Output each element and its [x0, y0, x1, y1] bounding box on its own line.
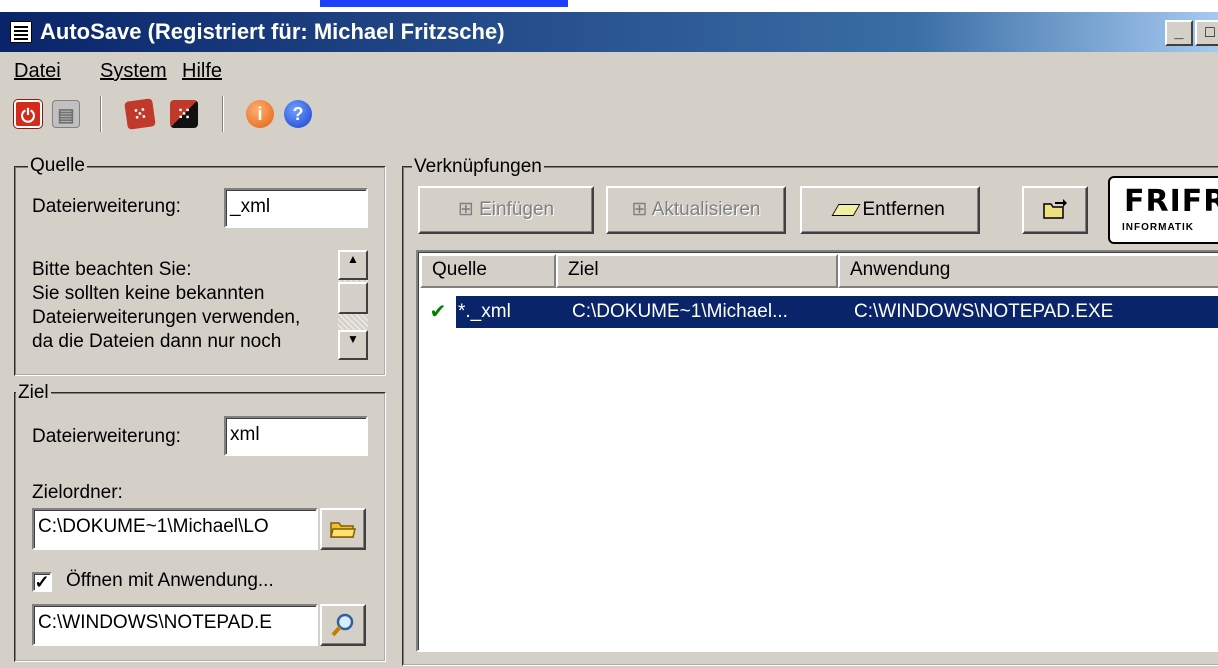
notice-line: da die Dateien dann nur noch — [32, 331, 282, 352]
app-document-icon[interactable] — [10, 21, 32, 43]
eraser-icon — [831, 203, 861, 216]
row-anwendung: C:\WINDOWS\NOTEPAD.EXE — [854, 301, 1114, 322]
browse-app-button[interactable] — [320, 604, 366, 646]
row-ziel: C:\DOKUME~1\Michael... — [572, 301, 788, 322]
quelle-notice: Bitte beachten Sie: Sie sollten keine be… — [32, 258, 300, 354]
browse-folder-button[interactable] — [320, 508, 366, 550]
quelle-group-label: Quelle — [28, 155, 87, 177]
help-icon[interactable]: ? — [284, 100, 312, 128]
check-icon: ✔ — [429, 301, 447, 323]
column-header-anwendung[interactable]: Anwendung — [838, 254, 1218, 288]
zielordner-input[interactable]: C:\DOKUME~1\Michael\LO — [32, 508, 318, 550]
scroll-down-button[interactable]: ▼ — [338, 330, 368, 360]
insert-button-label: Einfügen — [479, 199, 555, 220]
insert-button[interactable]: ⊞ Einfügen — [418, 186, 594, 234]
save-icon[interactable]: ▤ — [52, 100, 80, 128]
row-quelle: *._xml — [458, 301, 511, 322]
info-icon[interactable]: i — [246, 100, 274, 128]
scroll-up-button[interactable]: ▲ — [338, 250, 368, 280]
zielordner-label: Zielordner: — [32, 482, 123, 503]
menu-datei-label: Datei — [14, 60, 61, 82]
frifra-logo: FRIFR INFORMATIK — [1108, 176, 1218, 244]
menu-datei[interactable]: Datei — [14, 52, 61, 90]
toolbar-separator — [100, 96, 102, 132]
menu-hilfe[interactable]: Hilfe — [182, 52, 222, 90]
magnifier-icon — [331, 613, 354, 637]
dice-red-icon[interactable]: ⁙ — [124, 98, 156, 130]
app-path-input[interactable]: C:\WINDOWS\NOTEPAD.E — [32, 604, 318, 646]
folder-icon — [330, 522, 356, 538]
power-icon[interactable]: ⏻ — [14, 100, 42, 128]
open-with-label: Öffnen mit Anwendung... — [66, 570, 274, 591]
ziel-ext-input[interactable]: xml — [224, 416, 368, 456]
column-header-ziel[interactable]: Ziel — [556, 254, 838, 288]
logo-tagline: INFORMATIK — [1122, 222, 1195, 233]
table-row[interactable]: ✔ *._xml C:\DOKUME~1\Michael... C:\WINDO… — [424, 296, 1218, 328]
ziel-ext-label: Dateierweiterung: — [32, 426, 181, 447]
open-folder-button[interactable] — [1022, 186, 1088, 234]
quelle-ext-label: Dateierweiterung: — [32, 196, 181, 217]
notice-line: Bitte beachten Sie: — [32, 259, 192, 280]
maximize-button[interactable]: □ — [1195, 20, 1218, 46]
dice-red-black-icon[interactable]: ⁙ — [170, 100, 198, 128]
remove-button-label: Entfernen — [862, 199, 945, 220]
top-link-bar — [320, 0, 568, 7]
update-icon: ⊞ — [631, 199, 648, 220]
update-button-label: Aktualisieren — [651, 199, 761, 220]
top-strip — [0, 0, 1218, 12]
notice-line: Dateierweiterungen verwenden, — [32, 307, 301, 328]
minimize-button[interactable]: _ — [1165, 20, 1193, 46]
menu-system[interactable]: System — [100, 52, 167, 90]
folder-arrow-icon — [1043, 198, 1067, 219]
logo-name: FRIFR — [1124, 184, 1218, 219]
update-button[interactable]: ⊞ Aktualisieren — [606, 186, 786, 234]
column-header-quelle[interactable]: Quelle — [420, 254, 556, 288]
toolbar-separator — [222, 96, 224, 132]
menu-hilfe-label: Hilfe — [182, 60, 223, 82]
notice-line: Sie sollten keine bekannten — [32, 283, 265, 304]
insert-icon: ⊞ — [457, 199, 474, 220]
links-group-label: Verknüpfungen — [412, 156, 544, 178]
menu-system-label: System — [100, 60, 167, 82]
open-with-checkbox[interactable]: ✓ — [32, 572, 52, 592]
ziel-group-label: Ziel — [16, 382, 51, 404]
scroll-thumb[interactable] — [338, 282, 368, 314]
window-title: AutoSave (Registriert für: Michael Fritz… — [40, 19, 505, 44]
remove-button[interactable]: Entfernen — [800, 186, 980, 234]
quelle-ext-input[interactable]: _xml — [224, 188, 368, 228]
